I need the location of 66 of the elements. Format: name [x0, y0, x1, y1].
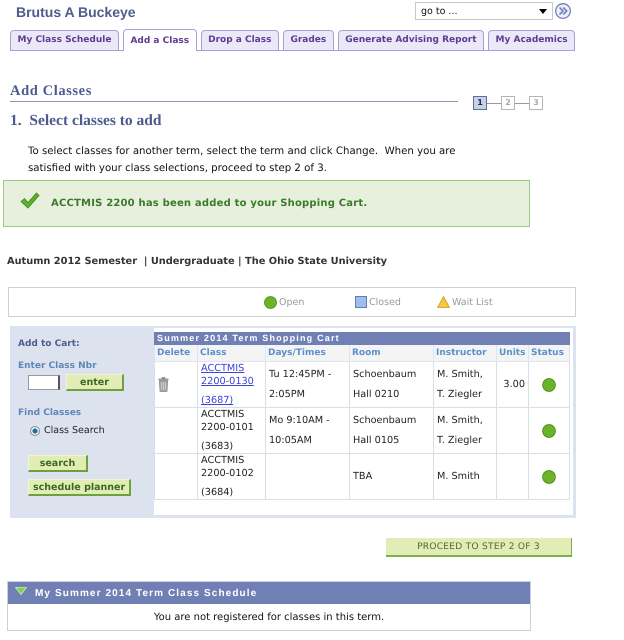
warning-triangle-icon	[437, 296, 450, 308]
class-number-input[interactable]	[28, 375, 60, 390]
table-cell: TBA	[350, 454, 434, 500]
schedule-message: You are not registered for classes in this term.	[154, 612, 384, 622]
square-icon	[355, 296, 367, 308]
status-circle-icon	[542, 378, 556, 392]
table-cell: M. Smith, T. Ziegler	[434, 362, 496, 408]
table-cell: 3.00	[496, 362, 528, 408]
table-cell: Mo 9:10AM - 10:05AM	[266, 408, 350, 454]
column-header: Status	[528, 345, 570, 362]
step-heading: 1. Select classes to add	[10, 112, 162, 130]
success-message: ACCTMIS 2200 has been added to your Shopping Cart.	[51, 198, 368, 209]
add-to-cart-heading: Add to Cart:	[18, 338, 80, 350]
shopping-cart-title: Summer 2014 Term Shopping Cart	[154, 332, 570, 345]
radio-button[interactable]	[30, 426, 40, 436]
status-circle-icon	[542, 470, 556, 484]
table-cell: Schoenbaum Hall 0105	[350, 408, 434, 454]
class-code: ACCTMIS 2200-0102	[201, 454, 255, 480]
table-cell: M. Smith	[434, 454, 496, 500]
page-title: Add Classes	[10, 83, 92, 99]
instructions-text: To select classes for another term, select the term and click Change. When you are satisfied with your class selections, proceed to step 2 of 3.	[28, 145, 457, 176]
caret-icon	[539, 8, 547, 14]
tab[interactable]: Drop a Class	[200, 30, 279, 50]
class-number-label: Enter Class Nbr	[18, 360, 97, 372]
user-name: Brutus A Buckeye	[16, 3, 136, 21]
class-link[interactable]: ACCTMIS 2200-0130	[201, 362, 262, 388]
step-indicator: 1	[473, 96, 487, 110]
term-info: Autumn 2012 Semester | Undergraduate | The Ohio State University	[7, 255, 388, 269]
column-header: Days/Times	[266, 345, 350, 362]
status-circle-icon	[542, 424, 556, 438]
table-cell: Schoenbaum Hall 0210	[350, 362, 434, 408]
circle-icon	[264, 296, 277, 308]
tab[interactable]: Grades	[282, 30, 334, 50]
class-number: (3684)	[201, 486, 234, 499]
enter-button[interactable]: enter	[66, 374, 124, 391]
checkmark-icon	[20, 192, 40, 209]
legend-label: Closed	[369, 296, 401, 308]
schedule-planner-button[interactable]: schedule planner	[28, 479, 132, 496]
column-header: Delete	[154, 345, 198, 362]
radio-label[interactable]: Class Search	[44, 425, 105, 437]
schedule-title: My Summer 2014 Term Class Schedule	[35, 588, 258, 598]
tab[interactable]: Generate Advising Report	[338, 30, 484, 50]
column-header: Class	[198, 345, 266, 362]
tab[interactable]: My Class Schedule	[10, 30, 119, 50]
legend-label: Open	[279, 296, 304, 308]
column-header: Units	[496, 345, 528, 362]
caret-icon[interactable]	[15, 586, 27, 594]
step-indicator: 2	[501, 96, 515, 110]
trash-icon[interactable]	[158, 377, 169, 392]
class-number: (3683)	[201, 440, 234, 453]
column-header: Instructor	[434, 345, 496, 362]
find-classes-label: Find Classes	[18, 407, 82, 419]
legend-label: Wait List	[452, 296, 493, 308]
proceed-button[interactable]: PROCEED TO STEP 2 OF 3	[386, 538, 572, 557]
table-cell: Tu 12:45PM - 2:05PM	[266, 362, 350, 408]
search-button[interactable]: search	[28, 455, 88, 472]
goto-dropdown[interactable]: go to ...	[415, 2, 553, 20]
tab[interactable]: Add a Class	[122, 29, 197, 51]
step-indicator: 3	[529, 96, 543, 110]
table-cell: M. Smith, T. Ziegler	[434, 408, 496, 454]
schedule-header[interactable]: My Summer 2014 Term Class Schedule	[8, 582, 530, 604]
double-chevron-icon[interactable]	[555, 3, 571, 19]
class-code: ACCTMIS 2200-0101	[201, 408, 255, 434]
column-header: Room	[350, 345, 434, 362]
class-number-link[interactable]: (3687)	[201, 394, 234, 407]
tab[interactable]: My Academics	[488, 30, 576, 50]
